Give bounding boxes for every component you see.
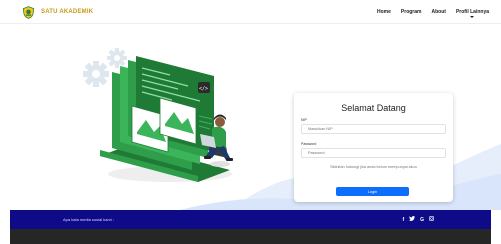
brand[interactable]: SATU AKADEMIK bbox=[22, 5, 93, 19]
login-button[interactable]: Login bbox=[336, 187, 409, 196]
instagram-icon[interactable] bbox=[429, 216, 434, 223]
footer: Apa kata media sosial kami : f G bbox=[10, 210, 491, 229]
login-title: Selamat Datang bbox=[341, 103, 406, 113]
brand-name: SATU AKADEMIK bbox=[41, 9, 94, 15]
nav-program[interactable]: Program bbox=[401, 9, 422, 15]
nip-label: NIP bbox=[301, 118, 307, 122]
google-icon[interactable]: G bbox=[420, 217, 424, 223]
nav-home[interactable]: Home bbox=[377, 9, 391, 15]
chevron-down-icon bbox=[470, 16, 475, 18]
svg-text:</>: </> bbox=[199, 86, 208, 92]
nav-profil-lainnya-label: Profil Lainnya bbox=[455, 9, 489, 15]
brand-logo-icon bbox=[22, 5, 35, 19]
footer-text: Apa kata media sosial kami : bbox=[63, 217, 114, 222]
twitter-icon[interactable] bbox=[409, 216, 416, 223]
gear-icon bbox=[107, 48, 127, 68]
password-input[interactable] bbox=[301, 148, 446, 158]
nav-about[interactable]: About bbox=[431, 9, 445, 15]
social-links: f G bbox=[397, 216, 434, 223]
nip-input[interactable] bbox=[301, 124, 446, 134]
bottom-bar bbox=[10, 229, 491, 244]
code-icon: </> bbox=[198, 82, 210, 93]
navbar: SATU AKADEMIK Home Program About Profil … bbox=[0, 0, 501, 24]
login-card: Selamat Datang NIP Password Silahkan hub… bbox=[294, 93, 453, 202]
login-hint: Silahkan hubungi jika anda belum mempuny… bbox=[330, 165, 417, 169]
facebook-icon[interactable]: f bbox=[402, 217, 404, 223]
gear-icon bbox=[83, 61, 109, 87]
nav-profil-lainnya[interactable]: Profil Lainnya bbox=[455, 9, 489, 18]
hero-section: </> Selamat Datang NIP Password Silahkan… bbox=[0, 24, 501, 210]
password-label: Password bbox=[301, 142, 317, 146]
nav-links: Home Program About Profil Lainnya bbox=[367, 0, 489, 24]
